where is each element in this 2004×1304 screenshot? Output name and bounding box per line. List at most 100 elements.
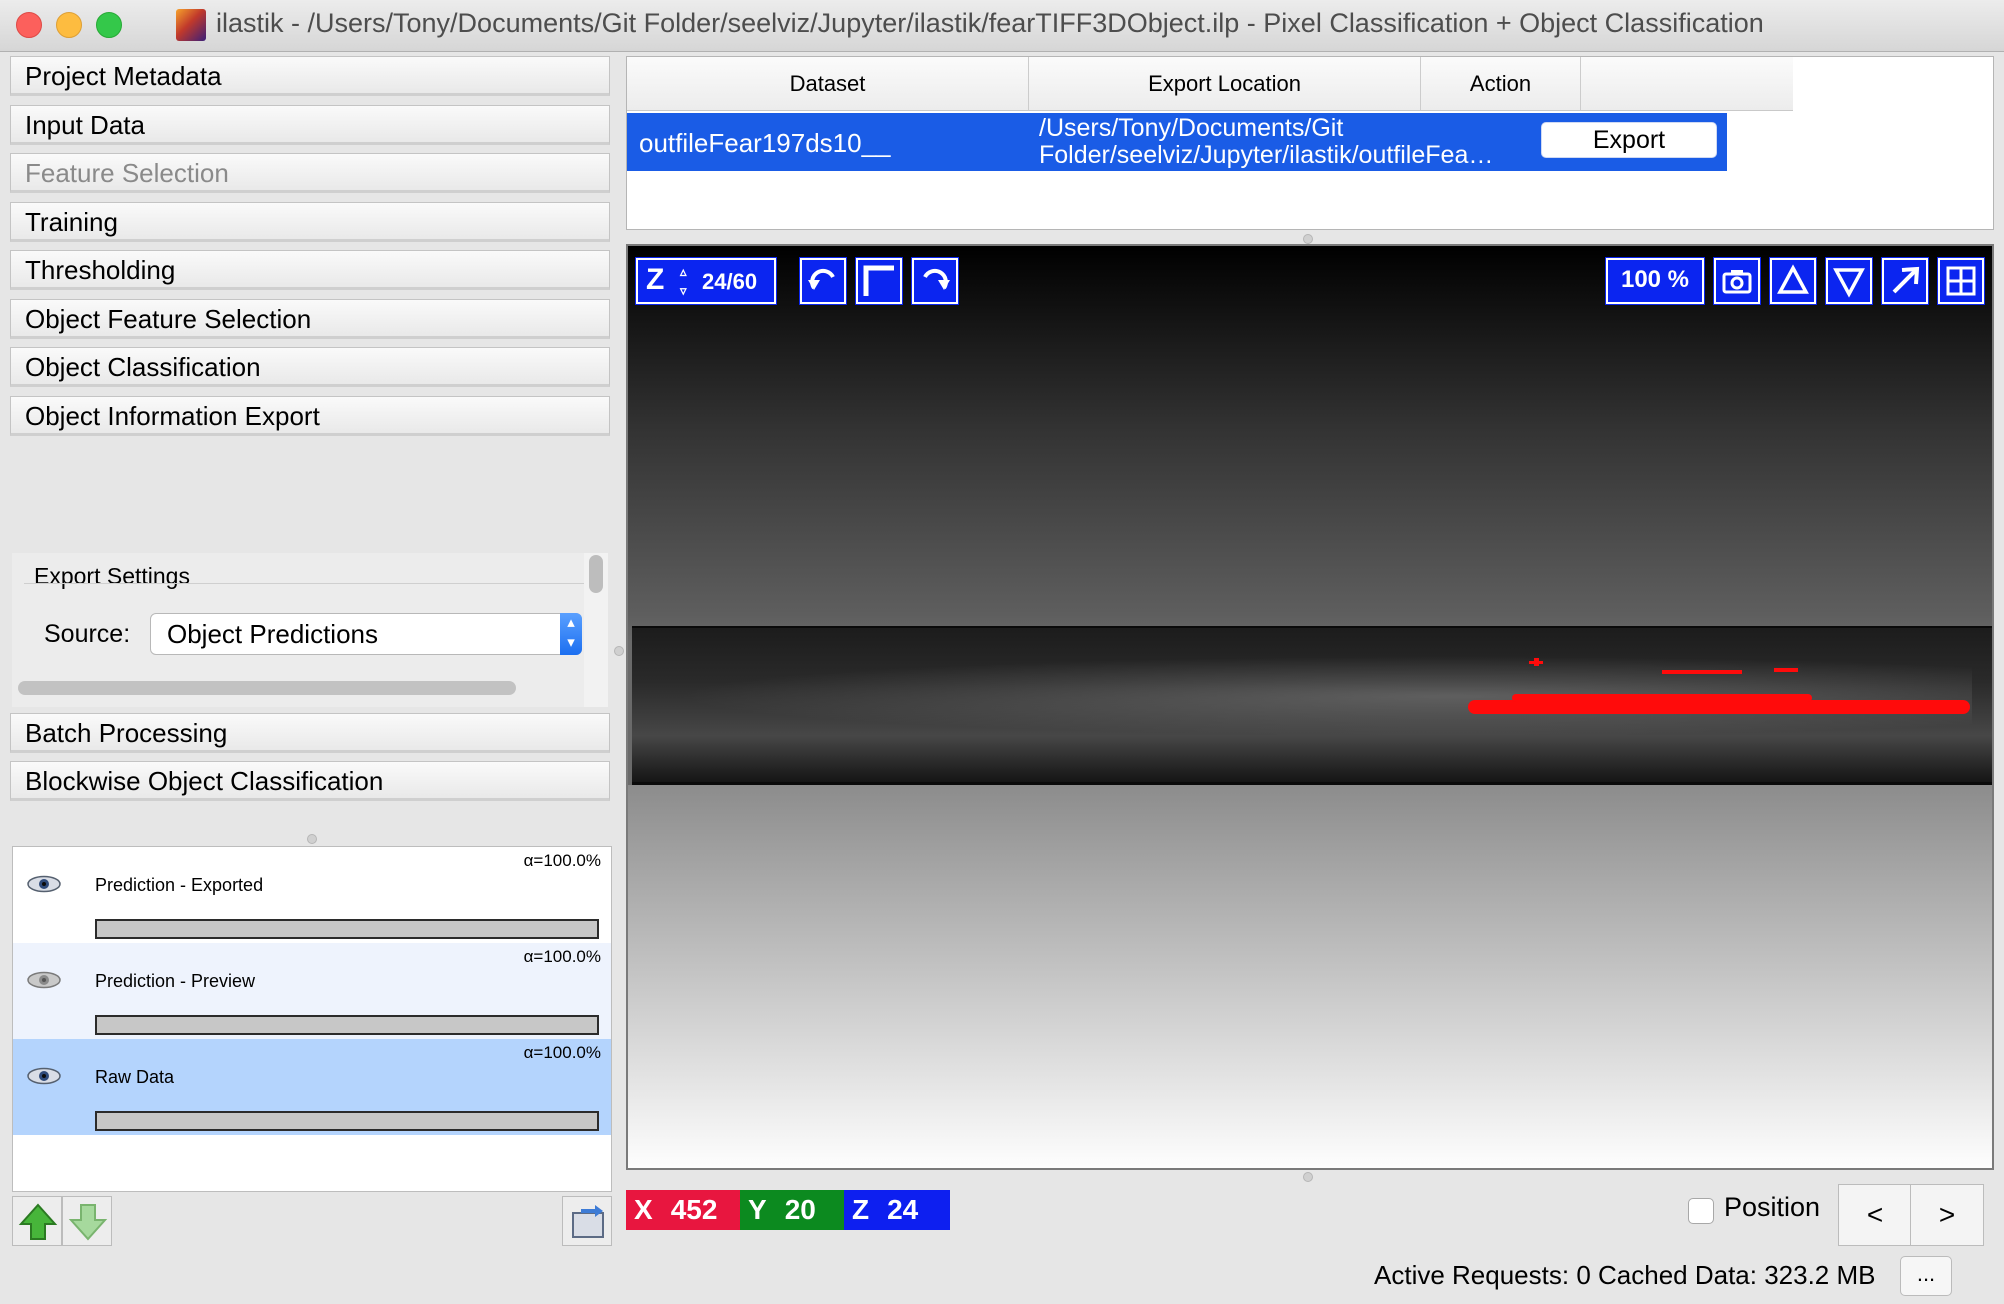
arrow-down-icon xyxy=(68,1204,108,1241)
export-location-cell: /Users/Tony/Documents/Git Folder/seelviz… xyxy=(1039,115,1509,169)
corner-bracket-icon xyxy=(863,265,894,296)
layer-name: Raw Data xyxy=(95,1067,175,1087)
source-select-value: Object Predictions xyxy=(167,619,378,649)
applet-object-classification[interactable]: Object Classification xyxy=(10,347,610,387)
previous-button[interactable]: < xyxy=(1838,1184,1912,1246)
layer-opacity-label: α=100.0% xyxy=(523,947,601,966)
minimize-window-button[interactable] xyxy=(56,12,82,38)
snapshot-button[interactable] xyxy=(1713,257,1761,305)
arrow-diagonal-icon xyxy=(1892,266,1920,294)
move-layer-down-button[interactable] xyxy=(62,1196,112,1246)
dataset-cell: outfileFear197ds10__ xyxy=(639,128,891,158)
vertical-scroll-thumb[interactable] xyxy=(589,555,603,593)
position-label: Position xyxy=(1724,1192,1821,1222)
export-settings-divider xyxy=(24,583,584,584)
z-axis-letter: Z xyxy=(646,263,665,296)
grid-view-button[interactable] xyxy=(1937,257,1985,305)
arrow-up-icon xyxy=(18,1203,58,1240)
export-disk-icon xyxy=(572,1205,604,1238)
eye-icon[interactable] xyxy=(27,875,61,893)
export-dataset-table: Dataset Export Location Action outfileFe… xyxy=(626,56,1994,230)
vertical-splitter-handle[interactable] xyxy=(614,646,624,656)
column-header-filler xyxy=(1581,57,1793,111)
camera-icon xyxy=(1722,270,1752,294)
applet-training[interactable]: Training xyxy=(10,202,610,242)
horizontal-splitter-handle[interactable] xyxy=(307,834,317,844)
applet-blockwise-object-classification[interactable]: Blockwise Object Classification xyxy=(10,761,610,801)
maximize-view-button[interactable] xyxy=(1881,257,1929,305)
image-viewer[interactable]: Z ▵ ▿ 24/60 100 % xyxy=(626,244,1994,1170)
applet-project-metadata[interactable]: Project Metadata xyxy=(10,56,610,96)
applet-object-feature-selection[interactable]: Object Feature Selection xyxy=(10,299,610,339)
prediction-region xyxy=(1512,694,1812,702)
undo-button[interactable] xyxy=(799,257,847,305)
spin-arrows-icon[interactable]: ▵ ▿ xyxy=(680,262,687,300)
z-axis-label: Z xyxy=(852,1194,870,1225)
slice-up-button[interactable] xyxy=(1769,257,1817,305)
move-layer-up-button[interactable] xyxy=(12,1196,62,1246)
export-settings-panel: Export Settings Source: Object Predictio… xyxy=(12,553,608,707)
layer-list: Prediction - Exported α=100.0% Predictio… xyxy=(12,846,612,1192)
column-header-export-location[interactable]: Export Location xyxy=(1029,57,1421,111)
column-header-action[interactable]: Action xyxy=(1421,57,1581,111)
z-slice-spinbox[interactable]: Z ▵ ▿ 24/60 xyxy=(635,257,777,305)
eye-icon[interactable] xyxy=(27,971,61,989)
close-window-button[interactable] xyxy=(16,12,42,38)
prediction-region xyxy=(1774,668,1798,672)
applet-input-data[interactable]: Input Data xyxy=(10,105,610,145)
rotate-left-icon xyxy=(808,268,835,290)
horizontal-scroll-thumb[interactable] xyxy=(18,681,516,695)
export-location-line: Folder/seelviz/Jupyter/ilastik/outfileFe… xyxy=(1039,141,1494,169)
source-select[interactable]: Object Predictions ▴ ▾ xyxy=(150,613,582,655)
export-settings-vertical-scrollbar[interactable] xyxy=(584,553,608,707)
layer-opacity-slider[interactable] xyxy=(95,919,599,939)
applet-object-information-export[interactable]: Object Information Export xyxy=(10,396,610,436)
table-splitter-handle[interactable] xyxy=(1303,234,1313,244)
rotate-right-icon xyxy=(923,268,950,290)
z-coordinate-value: 24 xyxy=(887,1194,919,1225)
raw-data-image[interactable] xyxy=(632,626,1992,785)
layer-opacity-slider[interactable] xyxy=(95,1015,599,1035)
y-coordinate: Y 20 xyxy=(740,1190,844,1230)
layer-opacity-label: α=100.0% xyxy=(523,851,601,870)
layer-button-bar xyxy=(12,1196,612,1248)
layer-row[interactable]: Prediction - Preview α=100.0% xyxy=(13,943,611,1039)
zoom-level[interactable]: 100 % xyxy=(1605,257,1705,305)
position-checkbox[interactable] xyxy=(1688,1198,1714,1224)
window-title: ilastik - /Users/Tony/Documents/Git Fold… xyxy=(216,8,1764,38)
status-more-button[interactable]: ... xyxy=(1900,1256,1952,1296)
applet-drawer: Project Metadata Input Data Feature Sele… xyxy=(10,56,612,834)
status-bar-text: Active Requests: 0 Cached Data: 323.2 MB xyxy=(1374,1260,1876,1290)
applet-batch-processing[interactable]: Batch Processing xyxy=(10,713,610,753)
redo-button[interactable] xyxy=(911,257,959,305)
layer-opacity-label: α=100.0% xyxy=(523,1043,601,1062)
slice-down-button[interactable] xyxy=(1825,257,1873,305)
viewer-background xyxy=(628,785,1992,1168)
x-coordinate: X 452 xyxy=(626,1190,740,1230)
next-button[interactable]: > xyxy=(1910,1184,1984,1246)
x-axis-label: X xyxy=(634,1194,653,1225)
zoom-window-button[interactable] xyxy=(96,12,122,38)
x-coordinate-value: 452 xyxy=(670,1194,718,1225)
triangle-down-icon xyxy=(1833,268,1865,298)
ilastik-app-icon xyxy=(176,9,206,41)
source-label: Source: xyxy=(44,620,131,648)
applet-feature-selection[interactable]: Feature Selection xyxy=(10,153,610,193)
export-layer-button[interactable] xyxy=(562,1196,612,1246)
applet-thresholding[interactable]: Thresholding xyxy=(10,250,610,290)
eye-icon[interactable] xyxy=(27,1067,61,1085)
export-location-line: /Users/Tony/Documents/Git xyxy=(1039,114,1344,142)
layer-opacity-slider[interactable] xyxy=(95,1111,599,1131)
viewer-splitter-handle[interactable] xyxy=(1303,1172,1313,1182)
prediction-region xyxy=(1662,670,1742,674)
layer-row[interactable]: Raw Data α=100.0% xyxy=(13,1039,611,1135)
layer-row[interactable]: Prediction - Exported α=100.0% xyxy=(13,847,611,943)
column-header-dataset[interactable]: Dataset xyxy=(627,57,1029,111)
table-row[interactable]: outfileFear197ds10__ /Users/Tony/Documen… xyxy=(627,113,1727,171)
reset-view-button[interactable] xyxy=(855,257,903,305)
grid-icon xyxy=(1946,266,1976,296)
select-chevron-icon: ▴ ▾ xyxy=(560,613,582,655)
z-slice-value: 24/60 xyxy=(702,269,758,294)
export-button[interactable]: Export xyxy=(1541,122,1717,158)
z-coordinate: Z 24 xyxy=(844,1190,950,1230)
